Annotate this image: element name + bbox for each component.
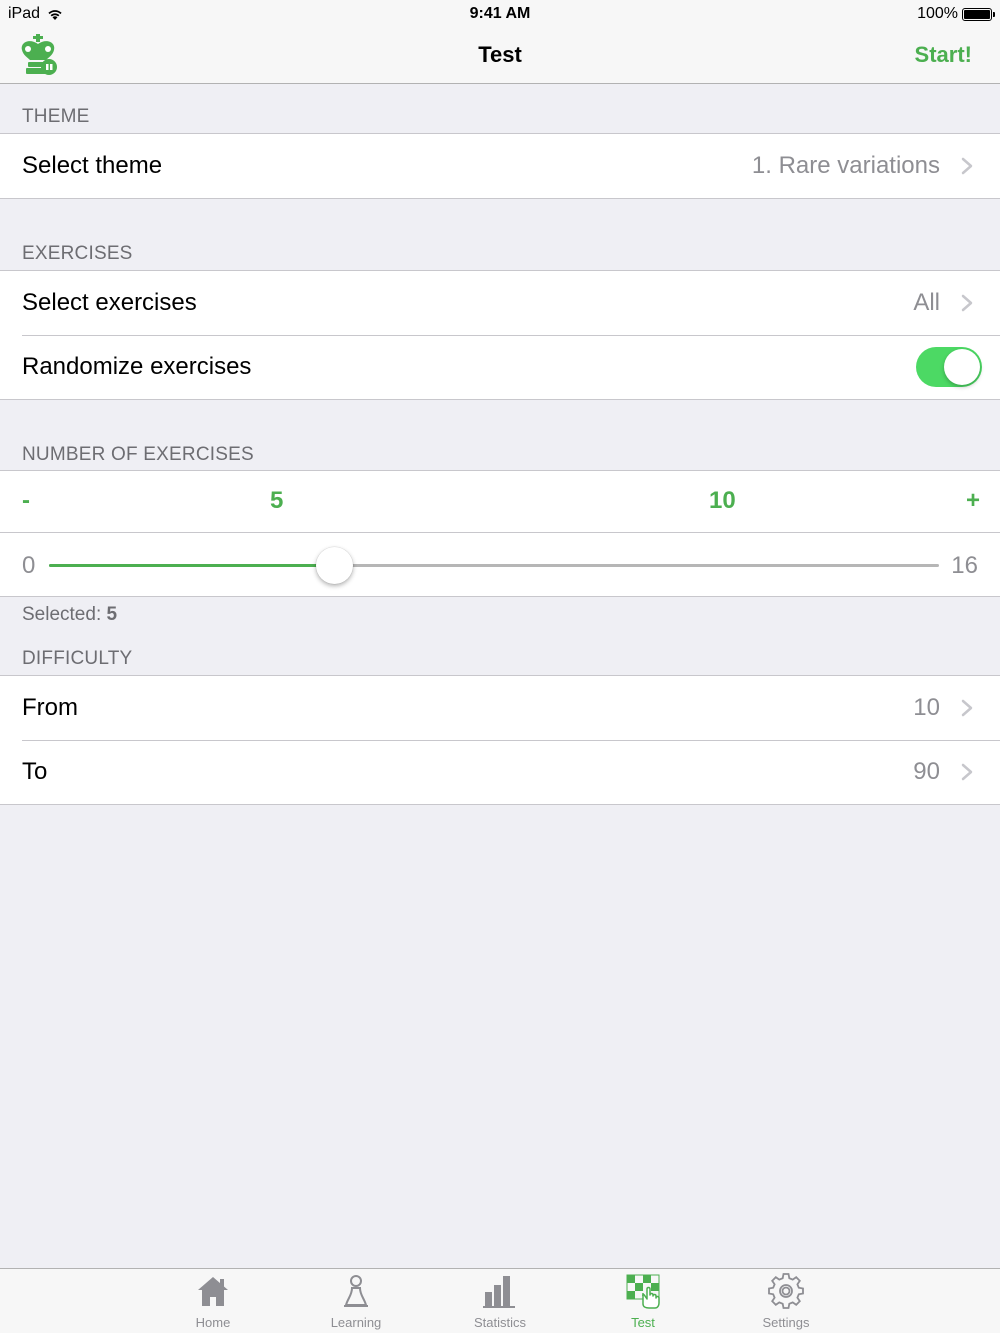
chevron-right-icon: [961, 157, 973, 175]
slider-track[interactable]: [49, 564, 939, 567]
selected-count: Selected: 5: [22, 604, 117, 626]
tab-bar: Home Learning Statistics Test Settings: [0, 1268, 1000, 1333]
tab-home-label: Home: [195, 1315, 231, 1330]
home-icon: [198, 1277, 228, 1306]
to-label: To: [22, 758, 48, 785]
checkerboard-hand-icon: [626, 1274, 660, 1309]
tab-learning-label: Learning: [330, 1315, 382, 1330]
difficulty-section-header: DIFFICULTY: [22, 648, 133, 669]
randomize-toggle[interactable]: [916, 347, 982, 387]
select-theme-value: 1. Rare variations: [751, 152, 940, 179]
tab-test-label: Test: [631, 1315, 655, 1330]
select-exercises-row[interactable]: Select exercises All: [0, 271, 1000, 335]
increment-button[interactable]: +: [966, 487, 980, 515]
selected-label: Selected:: [22, 604, 102, 625]
difficulty-group: From 10 To 90: [0, 675, 1000, 805]
stepper-row: - 5 10 +: [0, 471, 1000, 532]
pawn-icon: [344, 1275, 368, 1307]
gear-icon: [768, 1273, 804, 1309]
tab-learning[interactable]: Learning: [306, 1273, 406, 1330]
to-value: 90: [913, 758, 940, 785]
from-value: 10: [913, 694, 940, 721]
status-time: 9:41 AM: [469, 5, 531, 22]
theme-section-header: THEME: [22, 106, 90, 127]
randomize-exercises-label: Randomize exercises: [22, 353, 252, 380]
preset-5-button[interactable]: 5: [270, 487, 283, 515]
preset-10-button[interactable]: 10: [709, 487, 736, 515]
tab-statistics[interactable]: Statistics: [450, 1273, 550, 1330]
tab-statistics-label: Statistics: [473, 1315, 526, 1330]
difficulty-to-row[interactable]: To 90: [0, 740, 1000, 804]
select-theme-row[interactable]: Select theme 1. Rare variations: [0, 134, 1000, 198]
battery-icon: [962, 7, 995, 21]
decrement-button[interactable]: -: [22, 487, 30, 515]
slider-row: 0 16: [0, 532, 1000, 596]
tab-test[interactable]: Test: [593, 1273, 693, 1330]
slider-thumb[interactable]: [315, 547, 353, 584]
slider-min-label: 0: [22, 552, 36, 579]
chevron-right-icon: [961, 763, 973, 781]
status-bar: iPad 9:41 AM 100%: [0, 0, 1000, 28]
number-group: - 5 10 + 0 16: [0, 470, 1000, 597]
select-theme-label: Select theme: [22, 152, 163, 179]
select-exercises-value: All: [913, 289, 940, 316]
from-label: From: [22, 694, 78, 721]
bar-chart-icon: [483, 1276, 515, 1308]
slider-max-label: 16: [951, 552, 978, 579]
chevron-right-icon: [961, 294, 973, 312]
randomize-exercises-row: Randomize exercises: [0, 335, 1000, 399]
exercises-section-header: EXERCISES: [22, 243, 133, 264]
tab-settings[interactable]: Settings: [736, 1273, 836, 1330]
slider-fill: [49, 564, 335, 567]
navigation-bar: Test Start!: [0, 28, 1000, 84]
exercises-group: Select exercises All Randomize exercises: [0, 270, 1000, 400]
tab-home[interactable]: Home: [163, 1273, 263, 1330]
difficulty-from-row[interactable]: From 10: [0, 676, 1000, 740]
select-exercises-label: Select exercises: [22, 289, 197, 316]
theme-group: Select theme 1. Rare variations: [0, 133, 1000, 199]
battery-percent: 100%: [917, 5, 958, 22]
page-title: Test: [478, 42, 522, 67]
start-button[interactable]: Start!: [915, 42, 972, 68]
tab-settings-label: Settings: [762, 1315, 810, 1330]
status-right: 100%: [917, 5, 995, 23]
number-section-header: NUMBER OF EXERCISES: [22, 444, 254, 465]
toggle-knob: [944, 349, 980, 385]
selected-value: 5: [106, 604, 118, 625]
chevron-right-icon: [961, 699, 973, 717]
